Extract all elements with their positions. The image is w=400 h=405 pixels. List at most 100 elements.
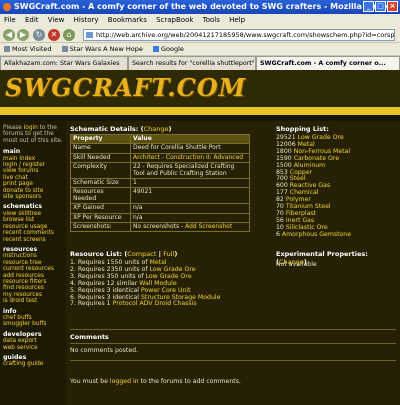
resource-heading-text: Resource List: (70, 250, 123, 258)
comment-login-link[interactable]: logged in (110, 378, 139, 385)
stop-icon[interactable]: ✕ (48, 29, 60, 41)
firefox-icon (3, 3, 11, 11)
google-icon (152, 46, 159, 52)
table-row: Resources Needed 49021 (70, 187, 250, 205)
bookmark-label: Most Visited (12, 45, 52, 53)
table-row: Schematic Size 1 (70, 178, 250, 189)
sidebar-link[interactable]: site sponsors (3, 194, 63, 200)
experimental-value: Not available (276, 261, 317, 268)
bookmark-most-visited[interactable]: Most Visited (4, 45, 52, 53)
property-cell: Skill Needed (70, 152, 131, 164)
property-cell: Schematic Size (70, 178, 131, 189)
site-logo[interactable]: SWGCRAFT.COM (5, 73, 246, 102)
sidebar-link[interactable]: smuggler buffs (3, 321, 63, 327)
divider (70, 329, 396, 330)
value-cell: 22 - Requires Specialized Crafting Tool … (130, 162, 250, 180)
resource-link[interactable]: Protocol ADV Droid Chassis (113, 300, 197, 307)
property-cell: Resources Needed (70, 187, 131, 205)
url-text: http://web.archive.org/web/2004121718595… (96, 31, 395, 39)
add-screenshot-link[interactable]: Add Screenshot (185, 223, 232, 230)
menu-tools[interactable]: Tools (203, 16, 220, 24)
table-row: Screenshots: No screenshots - Add Screens… (70, 222, 250, 233)
schematic-table-body: Name Deed for Corellia Shuttle Port Skill … (70, 143, 250, 233)
value-cell: Deed for Corellia Shuttle Port (130, 143, 250, 154)
schematic-table: Property Value Name Deed for Corellia Shu… (70, 133, 250, 233)
value-cell: Architect - Construction II: Advanced (130, 152, 250, 164)
forward-arrow-icon[interactable]: ▶ (17, 29, 29, 41)
column-header: Value (130, 133, 250, 145)
banner-stripe (0, 107, 400, 115)
table-row: Skill Needed Architect - Construction II:… (70, 152, 250, 164)
menu-help[interactable]: Help (229, 16, 245, 24)
tab-strip: Allakhazam.com: Star Wars Galaxies Searc… (0, 56, 400, 70)
sidebar-link[interactable]: crafting guide (3, 361, 63, 367)
divider (70, 343, 396, 344)
comments-heading: Comments (70, 333, 109, 341)
property-cell: XP Gained (70, 203, 131, 214)
address-bar[interactable]: http://web.archive.org/web/2004121718595… (83, 29, 395, 41)
sidebar: Please login to the forums to get the mo… (0, 121, 66, 405)
browser-window: SWGCraft.com - A comfy corner of the web… (0, 0, 400, 405)
value-text: Architect - Construction II: Advanced (133, 153, 244, 161)
value-text: No screenshots - (133, 223, 186, 231)
list-item: 7. Requires 1 Protocol ADV Droid Chassis (70, 300, 270, 308)
property-cell: XP Per Resource (70, 212, 131, 224)
value-text: n/a (133, 204, 143, 212)
tab-search-results[interactable]: Search results for "corellia shuttleport… (128, 56, 256, 70)
window-title: SWGCraft.com - A comfy corner of the web… (14, 2, 397, 11)
menu-view[interactable]: View (48, 16, 65, 24)
shopping-list: 29521 Low Grade Ore 12006 Metal 1800 Non-F… (276, 134, 396, 239)
tab-allakhazam[interactable]: Allakhazam.com: Star Wars Galaxies (0, 56, 128, 70)
minimize-button[interactable]: _ (363, 1, 374, 12)
divider (70, 360, 396, 361)
table-row: Name Deed for Corellia Shuttle Port (70, 143, 250, 154)
bookmark-google[interactable]: Google (152, 45, 184, 53)
sidebar-link[interactable]: web service (3, 345, 63, 351)
sidebar-login-link[interactable]: login (24, 125, 38, 131)
value-cell: 49021 (130, 187, 250, 205)
property-cell: Name (70, 143, 131, 154)
value-cell: n/a (130, 203, 250, 214)
resource-compact-link[interactable]: Compact (127, 250, 156, 258)
bookmark-star-wars[interactable]: Star Wars A New Hope (61, 45, 143, 53)
bookmarks-toolbar: Most Visited Star Wars A New Hope Google (0, 43, 400, 56)
bookmark-icon (61, 46, 68, 52)
window-controls: _ □ × (363, 1, 398, 12)
menu-bookmarks[interactable]: Bookmarks (108, 16, 147, 24)
close-button[interactable]: × (387, 1, 398, 12)
sidebar-link[interactable]: is droid test (3, 298, 63, 304)
value-text: 22 - Requires Specialized Crafting Tool … (133, 163, 235, 177)
comment-login-notice: You must be logged in to the forums to a… (70, 378, 241, 386)
menu-file[interactable]: File (4, 16, 16, 24)
quantity: 6 (276, 230, 280, 238)
menu-scrapbook[interactable]: ScrapBook (156, 16, 193, 24)
property-cell: Screenshots: (70, 222, 131, 233)
table-header-row: Property Value (70, 133, 250, 145)
value-text: n/a (133, 213, 143, 221)
home-icon[interactable]: ⌂ (63, 29, 75, 41)
value-text: 49021 (133, 188, 153, 196)
bookmark-label: Star Wars A New Hope (69, 45, 143, 53)
web-page: SWGCRAFT.COM Please login to the forums … (0, 70, 400, 405)
menu-edit[interactable]: Edit (25, 16, 39, 24)
tab-swgcraft[interactable]: SWGCraft.com - A comfy corner o... (256, 56, 400, 70)
resource-link[interactable]: Amorphous Gemstone (282, 231, 351, 238)
notice-text: You must be (70, 378, 110, 385)
maximize-button[interactable]: □ (375, 1, 386, 12)
no-comments-text: No comments posted. (70, 347, 139, 354)
menu-history[interactable]: History (74, 16, 99, 24)
reload-icon[interactable]: ↻ (33, 29, 45, 41)
main-content: Schematic Details: (Change) Property Val… (66, 121, 400, 405)
schematic-change-link[interactable]: Change (144, 125, 169, 133)
value-text: 1 (133, 179, 137, 187)
table-row: XP Per Resource n/a (70, 212, 250, 224)
back-arrow-icon[interactable]: ◀ (3, 29, 15, 41)
sidebar-link[interactable]: recent screens (3, 237, 63, 243)
value-text: Deed for Corellia Shuttle Port (133, 144, 221, 152)
schematic-heading: Schematic Details: (Change) (70, 125, 172, 133)
page-icon (86, 32, 93, 38)
column-header: Property (70, 133, 131, 145)
navigation-toolbar: ◀ ▶ ↻ ✕ ⌂ http://web.archive.org/web/200… (0, 26, 400, 43)
notice-text: to the forums to add comments. (138, 378, 241, 385)
resource-full-link[interactable]: Full (163, 250, 174, 258)
